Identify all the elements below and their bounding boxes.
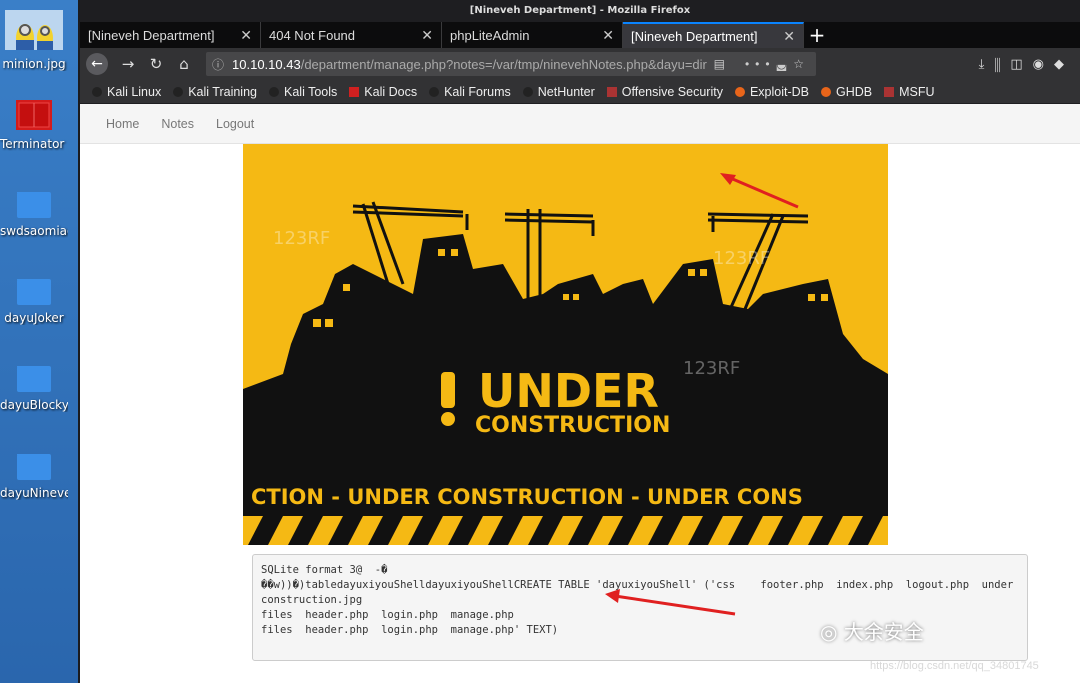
bookmark-exploit-db[interactable]: Exploit-DB [734,85,809,99]
tab-nineveh-active[interactable]: [Nineveh Department] ✕ [623,22,804,48]
bookmark-kali-training[interactable]: Kali Training [173,85,257,99]
desktop-icon-dayujoker[interactable]: dayuJoker [0,279,68,325]
folder-icon [17,192,51,218]
folder-icon [17,454,51,480]
reload-icon[interactable]: ↻ [142,55,170,73]
bookmark-kali-linux[interactable]: Kali Linux [92,85,161,99]
kali-docs-icon [349,86,360,97]
bookmark-star-icon[interactable]: ☆ [793,57,810,71]
exploit-db-icon [734,86,745,97]
folder-icon [17,366,51,392]
desktop-icon-minion[interactable]: minion.jpg [0,10,68,71]
ghdb-icon [821,86,831,97]
forward-arrow-icon[interactable]: → [114,55,142,73]
page-content: Home Notes Logout UNDER CONSTRUCTION CTI… [80,104,1080,683]
new-tab-icon[interactable]: + [804,22,830,48]
stock-watermark: 123RF [713,248,770,269]
kali-dragon-icon [92,86,102,97]
reader-view-icon[interactable]: ▤ [714,57,731,71]
browser-window: [Nineveh Department] - Mozilla Firefox [… [78,0,1080,683]
under-construction-banner: UNDER CONSTRUCTION CTION - UNDER CONSTRU… [243,144,888,545]
bookmark-kali-tools[interactable]: Kali Tools [269,85,337,99]
bookmark-msfu[interactable]: MSFU [884,85,935,99]
toolbar-icons: ⤓⫼◫◉◆ [979,57,1074,72]
close-icon[interactable]: ✕ [783,28,795,45]
download-icon[interactable]: ⤓ [979,57,995,72]
close-icon[interactable]: ✕ [421,27,433,44]
desktop-icon-label: minion.jpg [2,57,66,71]
banner-ticker: CTION - UNDER CONSTRUCTION - UNDER CONS [251,485,803,509]
pocket-icon[interactable]: ◛ [776,57,794,71]
desktop-icon-label: swdsaomiao [0,224,68,238]
tab-nineveh-1[interactable]: [Nineveh Department] ✕ [80,22,261,48]
tab-label: phpLiteAdmin [450,27,530,43]
bookmark-kali-forums[interactable]: Kali Forums [429,85,511,99]
site-nav: Home Notes Logout [80,104,1080,144]
terminal-icon [0,100,68,133]
image-icon [0,10,68,53]
tab-label: [Nineveh Department] [631,28,758,44]
desktop-icon-label: dayuJoker [4,311,64,325]
kali-dragon-icon [429,86,440,97]
page-actions-icon[interactable]: ••• [745,57,776,71]
url-host: 10.10.10.43 [232,56,301,72]
library-icon[interactable]: ⫼ [994,57,1010,72]
tab-404[interactable]: 404 Not Found ✕ [261,22,442,48]
tab-label: 404 Not Found [269,27,356,43]
desktop-icon-dayunineveh[interactable]: dayuNineveh [0,454,68,500]
nav-link-home[interactable]: Home [106,117,139,131]
bookmark-kali-docs[interactable]: Kali Docs [349,85,417,99]
sidebar-icon[interactable]: ◫ [1010,57,1032,72]
close-icon[interactable]: ✕ [602,27,614,44]
extension-icon[interactable]: ◆ [1054,57,1074,72]
url-bar[interactable]: ⓘ 10.10.10.43/department/manage.php?note… [206,52,816,76]
desktop-icon-label: dayuBlocky [0,398,68,412]
desktop-icon-swdsaomiao[interactable]: swdsaomiao [0,192,68,238]
window-title: [Nineveh Department] - Mozilla Firefox [80,0,1080,22]
wechat-icon: ◎ [820,620,844,644]
account-icon[interactable]: ◉ [1033,57,1054,72]
construction-illustration: UNDER CONSTRUCTION CTION - UNDER CONSTRU… [243,144,888,545]
home-icon[interactable]: ⌂ [170,55,198,73]
nav-link-notes[interactable]: Notes [161,117,194,131]
close-icon[interactable]: ✕ [240,27,252,44]
bookmark-nethunter[interactable]: NetHunter [522,85,595,99]
bookmarks-toolbar: Kali Linux Kali Training Kali Tools Kali… [80,80,1080,104]
back-arrow-icon[interactable]: ← [86,53,108,75]
stock-watermark: 123RF [273,228,330,249]
stock-watermark: 123RF [683,358,740,379]
folder-icon [17,279,51,305]
banner-subline: CONSTRUCTION [475,413,670,438]
nethunter-icon [522,86,533,97]
msfu-icon [884,86,895,97]
desktop-icon-label: dayuNineveh [0,486,68,500]
csdn-watermark: https://blog.csdn.net/qq_34801745 [870,660,1039,672]
kali-dragon-icon [269,86,279,97]
offsec-icon [606,86,617,97]
nav-link-logout[interactable]: Logout [216,117,254,131]
bookmark-offensive-security[interactable]: Offensive Security [606,85,723,99]
tab-phpliteadmin[interactable]: phpLiteAdmin ✕ [442,22,623,48]
info-icon[interactable]: ⓘ [212,56,224,73]
desktop-icon-terminator[interactable]: Terminator ... [0,100,68,151]
desktop-icon-label: Terminator ... [0,137,68,151]
banner-headline: UNDER [478,364,659,418]
kali-dragon-icon [173,86,184,97]
tab-label: [Nineveh Department] [88,27,215,43]
tab-bar: [Nineveh Department] ✕ 404 Not Found ✕ p… [80,22,1080,48]
bookmark-ghdb[interactable]: GHDB [821,85,872,99]
wechat-watermark: ◎ 大余安全 [820,620,924,644]
url-path: /department/manage.php?notes=/var/tmp/ni… [300,56,707,72]
nav-bar: ← → ↻ ⌂ ⓘ 10.10.10.43/department/manage.… [80,48,1080,80]
desktop-icon-dayublocky[interactable]: dayuBlocky [0,366,68,412]
desktop: minion.jpg Terminator ... swdsaomiao day… [0,0,80,683]
